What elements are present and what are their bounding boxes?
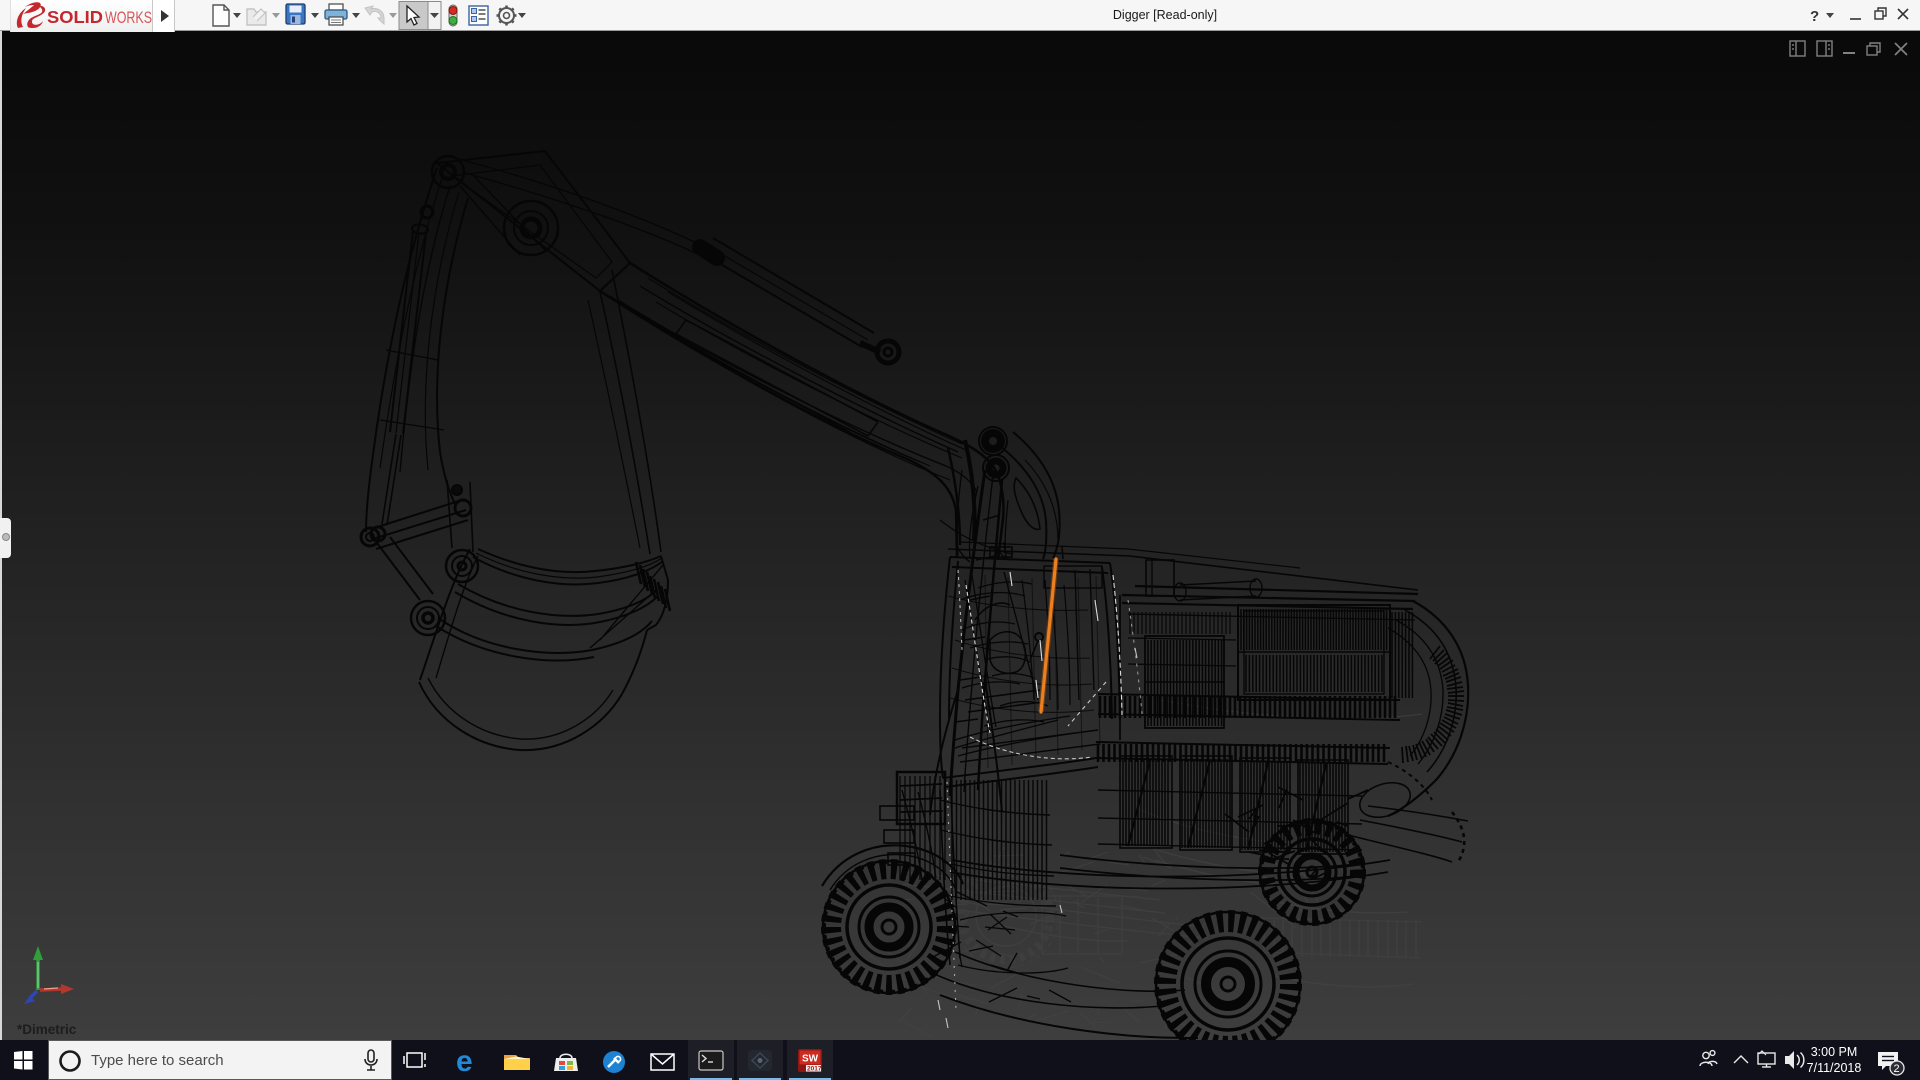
svg-text:e: e	[456, 1045, 473, 1078]
svg-text:SW: SW	[802, 1054, 819, 1065]
svg-text:2: 2	[1894, 1063, 1900, 1075]
svg-text:?: ?	[1810, 8, 1819, 25]
svg-text:2017: 2017	[807, 1066, 822, 1073]
